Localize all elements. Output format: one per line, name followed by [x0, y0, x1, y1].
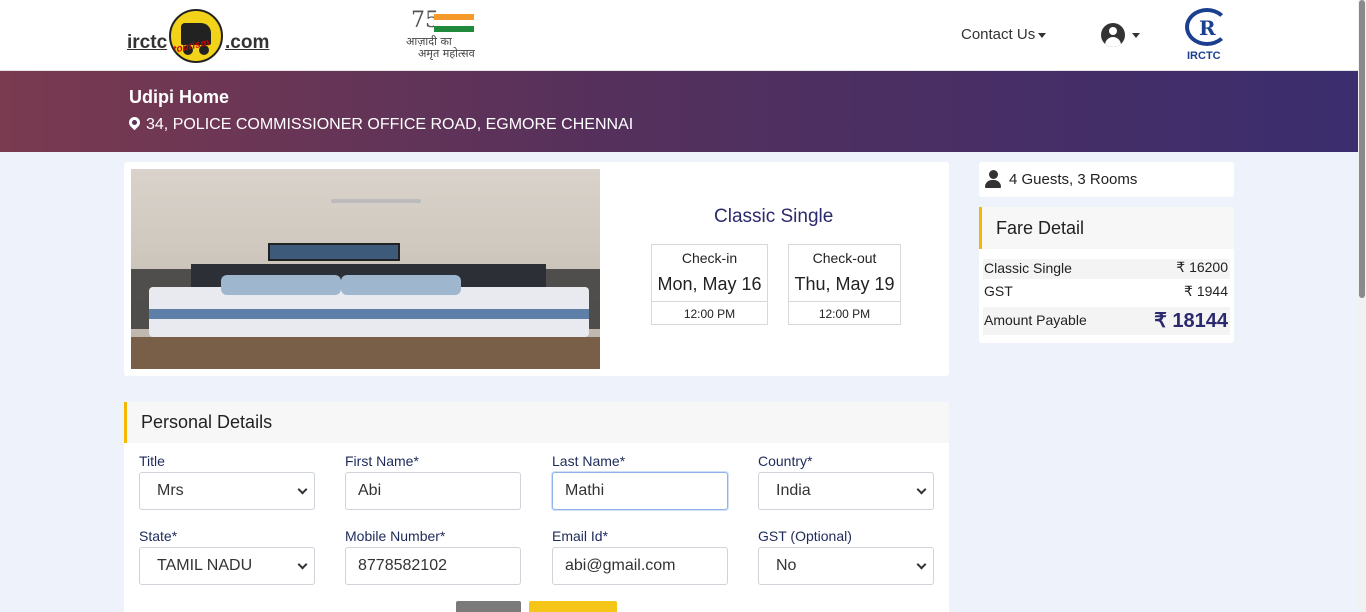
mobile-value: 8778582102	[358, 557, 447, 574]
user-icon	[985, 170, 1001, 188]
amount-payable-value: ₹ 18144	[1154, 310, 1228, 332]
state-field: State* TAMIL NADU	[139, 528, 315, 585]
email-value: abi@gmail.com	[565, 557, 676, 574]
back-button[interactable]	[456, 601, 521, 612]
hotel-name: Udipi Home	[129, 87, 230, 107]
irctc-logo-mark: R	[1199, 16, 1216, 40]
azadi-ka-amrit-mahotsav-logo: 75 आज़ादी का अमृत महोत्सव	[404, 6, 484, 62]
personal-details-title: Personal Details	[141, 412, 273, 432]
fare-row-gst: GST ₹ 1944	[983, 283, 1230, 299]
last-name-field: Last Name* Mathi	[552, 453, 728, 510]
top-navbar: irctc tourism .com 75 आज़ादी का अमृत महो…	[0, 0, 1358, 71]
fare-row-total: Amount Payable ₹ 18144	[983, 307, 1230, 335]
logo-text-right: .com	[225, 32, 270, 53]
country-value: India	[776, 482, 811, 499]
title-field: Title Mrs	[139, 453, 315, 510]
contact-us-label: Contact Us	[961, 26, 1036, 43]
personal-details-card: Personal Details Title Mrs First Name* A…	[124, 402, 949, 612]
checkout-date: Thu, May 19	[794, 274, 895, 294]
checkin-date: Mon, May 16	[657, 274, 762, 294]
email-field: Email Id* abi@gmail.com	[552, 528, 728, 585]
caret-down-icon	[1132, 33, 1140, 38]
checkin-label: Check-in	[681, 250, 738, 266]
room-photo	[131, 169, 600, 369]
checkout-time: 12:00 PM	[789, 301, 900, 326]
hotel-address-text: 34, POLICE COMMISSIONER OFFICE ROAD, EGM…	[146, 116, 634, 133]
page-scrollbar[interactable]	[1358, 0, 1366, 612]
logo-text-left: irctc	[127, 32, 168, 53]
indian-flag-icon	[434, 14, 474, 32]
email-label: Email Id*	[552, 528, 609, 544]
chevron-down-icon	[916, 559, 927, 570]
fare-detail-header: Fare Detail	[979, 207, 1234, 249]
gst-label: GST (Optional)	[758, 528, 852, 544]
mobile-field: Mobile Number* 8778582102	[345, 528, 521, 585]
fare-detail-card: Fare Detail Classic Single ₹ 16200 GST ₹…	[979, 207, 1234, 343]
country-field: Country* India	[758, 453, 934, 510]
scrollbar-thumb[interactable]	[1359, 0, 1365, 298]
irctc-tourism-logo[interactable]: irctc tourism .com	[127, 8, 272, 64]
state-label: State*	[139, 528, 178, 544]
fare-row-value: ₹ 16200	[1176, 259, 1228, 275]
fare-row-room: Classic Single ₹ 16200	[983, 259, 1230, 279]
irctc-logo-text: IRCTC	[1187, 50, 1221, 62]
email-input[interactable]: abi@gmail.com	[552, 547, 728, 585]
gst-select[interactable]: No	[758, 547, 934, 585]
last-name-label: Last Name*	[552, 453, 626, 469]
map-pin-icon	[126, 114, 143, 131]
checkout-box: Check-out Thu, May 19 12:00 PM	[788, 244, 901, 325]
tourism-emblem: tourism	[169, 9, 223, 63]
fare-row-label: Classic Single	[984, 260, 1072, 276]
state-value: TAMIL NADU	[157, 557, 253, 574]
guests-rooms-text: 4 Guests, 3 Rooms	[1009, 171, 1138, 188]
country-select[interactable]: India	[758, 472, 934, 510]
gst-value: No	[776, 557, 797, 574]
user-menu-dropdown[interactable]	[1101, 23, 1141, 47]
checkin-box: Check-in Mon, May 16 12:00 PM	[651, 244, 768, 325]
room-summary-card: Classic Single Check-in Mon, May 16 12:0…	[124, 162, 949, 376]
caret-down-icon	[1038, 32, 1047, 38]
title-select[interactable]: Mrs	[139, 472, 315, 510]
first-name-input[interactable]: Abi	[345, 472, 521, 510]
chevron-down-icon	[916, 484, 927, 495]
last-name-value: Mathi	[565, 482, 605, 499]
chevron-down-icon	[297, 559, 308, 570]
personal-details-header: Personal Details	[124, 402, 949, 443]
mobile-input[interactable]: 8778582102	[345, 547, 521, 585]
user-circle-icon	[1101, 23, 1125, 47]
room-type-title: Classic Single	[714, 206, 834, 227]
hotel-banner: Udipi Home 34, POLICE COMMISSIONER OFFIC…	[0, 71, 1358, 152]
irctc-logo[interactable]: R IRCTC	[1183, 8, 1231, 64]
checkout-label: Check-out	[812, 250, 877, 266]
last-name-input[interactable]: Mathi	[552, 472, 728, 510]
continue-button[interactable]	[529, 601, 617, 612]
first-name-field: First Name* Abi	[345, 453, 521, 510]
azadi-line2: अमृत महोत्सव	[418, 47, 475, 60]
fare-detail-title: Fare Detail	[996, 218, 1085, 238]
guests-rooms-card: 4 Guests, 3 Rooms	[979, 162, 1234, 197]
gst-field: GST (Optional) No	[758, 528, 934, 585]
fare-row-value: ₹ 1944	[1184, 283, 1228, 299]
mobile-label: Mobile Number*	[345, 528, 446, 544]
fare-row-label: Amount Payable	[984, 312, 1087, 328]
fare-row-label: GST	[984, 283, 1013, 299]
checkin-time: 12:00 PM	[652, 301, 767, 326]
title-label: Title	[139, 453, 165, 469]
first-name-value: Abi	[358, 482, 382, 499]
hotel-address: 34, POLICE COMMISSIONER OFFICE ROAD, EGM…	[126, 114, 634, 134]
contact-us-dropdown[interactable]: Contact Us	[961, 26, 1047, 43]
chevron-down-icon	[297, 484, 308, 495]
country-label: Country*	[758, 453, 813, 469]
state-select[interactable]: TAMIL NADU	[139, 547, 315, 585]
title-value: Mrs	[157, 482, 184, 499]
first-name-label: First Name*	[345, 453, 419, 469]
